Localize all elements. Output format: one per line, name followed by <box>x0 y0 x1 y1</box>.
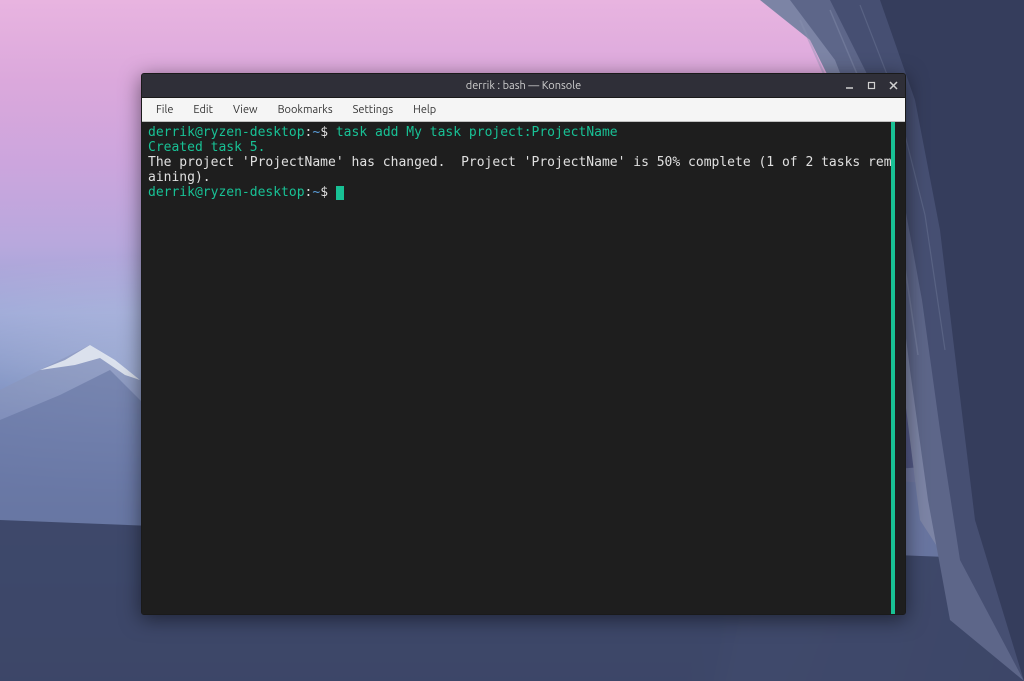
terminal-area[interactable]: derrik@ryzen-desktop:~$ task add My task… <box>142 122 905 614</box>
menu-edit[interactable]: Edit <box>183 100 223 120</box>
close-button[interactable] <box>887 80 899 92</box>
prompt-user-host: derrik@ryzen-desktop <box>148 125 305 140</box>
titlebar[interactable]: derrik : bash — Konsole <box>142 74 905 98</box>
command-text: task add My task project:ProjectName <box>328 125 618 140</box>
window-title: derrik : bash — Konsole <box>466 80 581 92</box>
window-controls <box>843 74 899 97</box>
konsole-window: derrik : bash — Konsole File Edit View B… <box>141 73 906 615</box>
menu-file[interactable]: File <box>146 100 183 120</box>
cursor <box>336 186 344 200</box>
menu-view[interactable]: View <box>223 100 268 120</box>
prompt-symbol: $ <box>320 185 328 200</box>
menu-bookmarks[interactable]: Bookmarks <box>268 100 343 120</box>
menubar: File Edit View Bookmarks Settings Help <box>142 98 905 122</box>
output-line: Created task 5. <box>148 140 899 155</box>
prompt-symbol: $ <box>320 125 328 140</box>
prompt-user-host: derrik@ryzen-desktop <box>148 185 305 200</box>
maximize-button[interactable] <box>865 80 877 92</box>
terminal-line: derrik@ryzen-desktop:~$ <box>148 185 899 200</box>
menu-settings[interactable]: Settings <box>343 100 404 120</box>
menu-help[interactable]: Help <box>403 100 446 120</box>
output-line: The project 'ProjectName' has changed. P… <box>148 155 899 185</box>
terminal-line: derrik@ryzen-desktop:~$ task add My task… <box>148 125 899 140</box>
minimize-button[interactable] <box>843 80 855 92</box>
